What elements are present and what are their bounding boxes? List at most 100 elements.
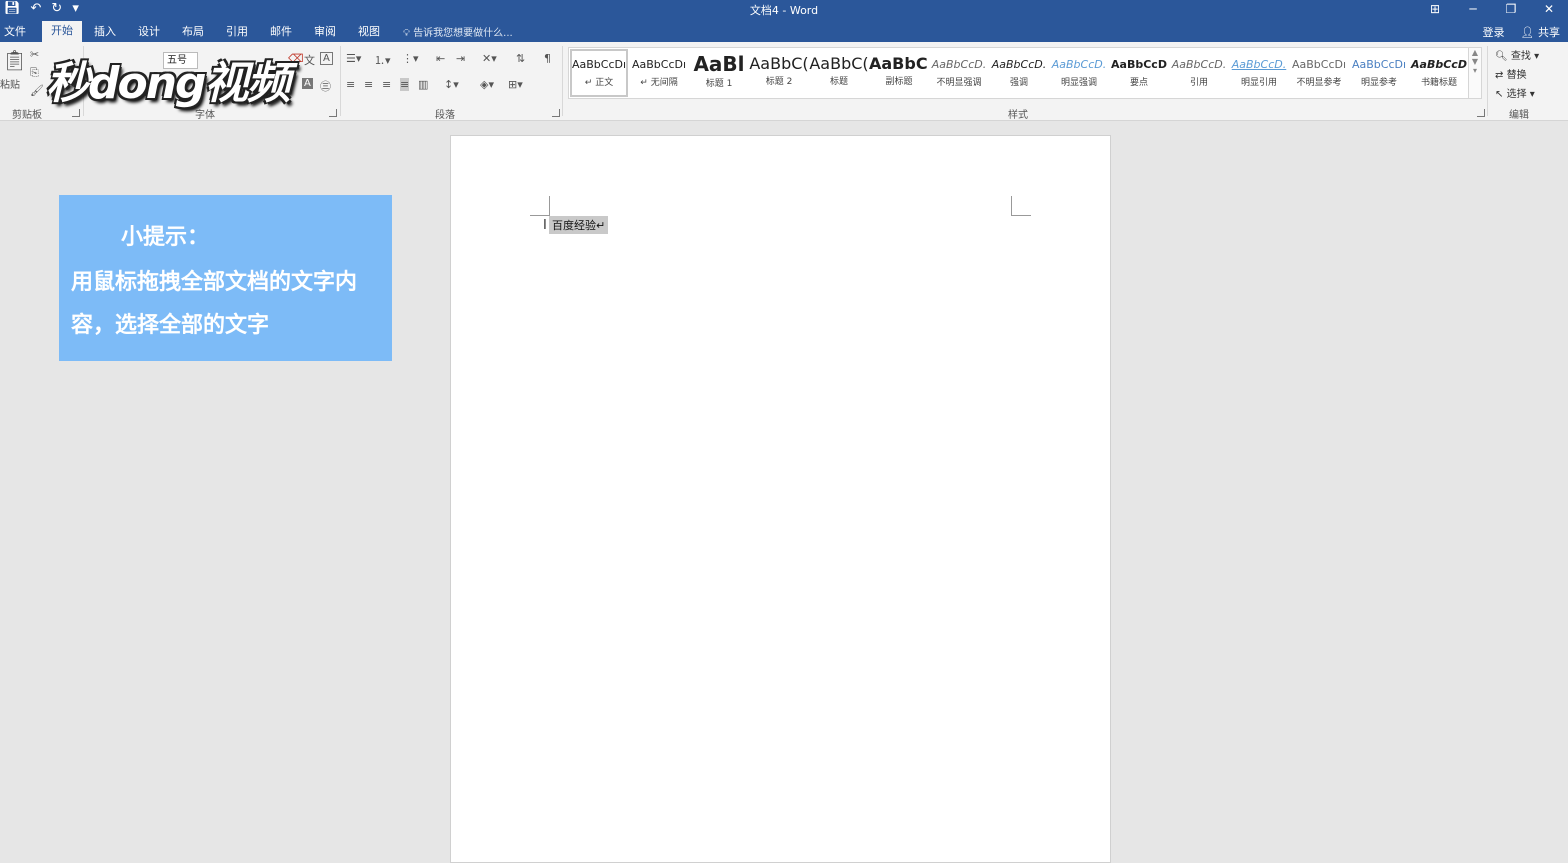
align-center-icon[interactable]: ≡ [364, 78, 373, 91]
replace-icon: ⇄ [1495, 70, 1504, 81]
line-spacing-icon[interactable]: ↕▾ [444, 78, 459, 91]
tab-review[interactable]: 审阅 [314, 23, 336, 39]
style-strong[interactable]: AaBbCcD 要点 [1109, 48, 1169, 98]
style-label: 副标题 [885, 77, 913, 87]
style-heading-2[interactable]: AaBbC( 标题 2 [749, 48, 809, 98]
replace-button[interactable]: ⇄ 替换 [1495, 66, 1527, 81]
tab-references[interactable]: 引用 [226, 23, 248, 39]
margin-corner-mark [530, 196, 550, 216]
person-icon: 👤︎ [1520, 26, 1535, 39]
tab-layout[interactable]: 布局 [182, 23, 204, 39]
show-marks-icon[interactable]: ¶ [544, 52, 551, 65]
multilevel-list-icon[interactable]: ⋮▾ [402, 52, 419, 65]
copy-icon[interactable]: ⎘ [30, 66, 39, 80]
cursor-arrow-icon: ↖ [1495, 89, 1504, 100]
style-label: 标题 2 [765, 77, 793, 87]
numbering-icon[interactable]: ⒈▾ [374, 52, 391, 68]
style-label: 不明显强调 [936, 78, 982, 88]
style-sample: AaBbC( [809, 54, 869, 73]
tell-me-box[interactable]: 💡︎ 告诉我您想要做什么... [403, 24, 513, 39]
paste-icon[interactable]: 📋︎ [2, 48, 27, 72]
group-styles-label: 样式 [1008, 110, 1028, 121]
style-emphasis[interactable]: AaBbCcD. 强调 [989, 48, 1049, 98]
style-sample: AaBbC( [749, 54, 809, 73]
margin-corner-mark [1011, 196, 1031, 216]
search-icon: 🔍︎ [1495, 51, 1508, 62]
style-quote[interactable]: AaBbCcD. 引用 [1169, 48, 1229, 98]
paragraph-launcher-icon[interactable] [552, 109, 560, 117]
style-label: 书籍标题 [1420, 78, 1457, 88]
style-label: 明显引用 [1240, 78, 1277, 88]
style-label: 明显强调 [1060, 78, 1097, 88]
window-title: 文档4 - Word [749, 4, 819, 17]
style-normal[interactable]: AaBbCcDı ↵ 正文 [569, 48, 629, 98]
lightbulb-icon: 💡︎ [403, 28, 410, 39]
ribbon-display-icon[interactable]: ⊞ [1416, 0, 1454, 18]
shading-icon[interactable]: ◈▾ [480, 78, 494, 91]
style-intense-emphasis[interactable]: AaBbCcD. 明显强调 [1049, 48, 1109, 98]
tab-file[interactable]: 文件 [4, 23, 26, 39]
style-no-spacing[interactable]: AaBbCcDı ↵ 无间隔 [629, 48, 689, 98]
style-sample: AaBl [693, 52, 745, 76]
tab-view[interactable]: 视图 [358, 23, 380, 39]
close-button[interactable]: ✕ [1530, 0, 1568, 18]
minimize-button[interactable]: ─ [1454, 0, 1492, 18]
style-title[interactable]: AaBbC( 标题 [809, 48, 869, 98]
increase-indent-icon[interactable]: ⇥ [456, 52, 465, 65]
tell-me-text: 告诉我您想要做什么... [413, 28, 513, 39]
style-subtle-reference[interactable]: AaBbCcDı 不明显参考 [1289, 48, 1349, 98]
distributed-icon[interactable]: ▥ [418, 78, 428, 91]
clear-format-icon[interactable]: ⌫ [288, 52, 304, 65]
align-left-icon[interactable]: ≡ [346, 78, 355, 91]
decrease-indent-icon[interactable]: ⇤ [436, 52, 445, 65]
style-subtitle[interactable]: AaBbC( 副标题 [869, 48, 929, 98]
styles-gallery-scroll[interactable]: ▲ ▼ ▾ [1468, 47, 1482, 99]
font-launcher-icon[interactable] [329, 109, 337, 117]
styles-launcher-icon[interactable] [1477, 109, 1485, 117]
tip-body: 用鼠标拖拽全部文档的文字内容，选择全部的文字 [71, 270, 358, 338]
phonetic-guide-icon[interactable]: 文 [304, 52, 315, 68]
group-editing-label: 编辑 [1509, 110, 1529, 121]
chinese-layout-icon[interactable]: ✕▾ [482, 52, 497, 65]
tab-mailings[interactable]: 邮件 [270, 23, 292, 39]
bullets-icon[interactable]: ☰▾ [346, 52, 361, 65]
style-label: ↵ 无间隔 [640, 78, 678, 88]
document-page[interactable]: I 百度经验↵ [450, 135, 1111, 863]
select-label: 选择 [1506, 89, 1527, 100]
restore-button[interactable]: ❐ [1492, 0, 1530, 18]
share-button[interactable]: 👤︎ 共享 [1521, 24, 1560, 40]
style-subtle-emphasis[interactable]: AaBbCcD. 不明显强调 [929, 48, 989, 98]
style-sample: AaBbCcDı [1291, 58, 1347, 71]
paste-label[interactable]: 粘贴 [0, 76, 20, 91]
style-heading-1[interactable]: AaBl 标题 1 [689, 48, 749, 98]
justify-icon[interactable]: ≡ [400, 78, 410, 91]
enclose-characters-icon[interactable]: ㊂ [320, 78, 331, 94]
style-book-title[interactable]: AaBbCcD 书籍标题 [1409, 48, 1469, 98]
style-label: 强调 [1009, 78, 1028, 88]
style-sample: AaBbCcD [1411, 58, 1467, 71]
sort-icon[interactable]: ⇅ [516, 52, 525, 65]
login-link[interactable]: 登录 [1483, 24, 1505, 40]
tab-home[interactable]: 开始 [42, 21, 82, 42]
find-button[interactable]: 🔍︎ 查找 ▾ [1495, 47, 1539, 62]
group-separator [562, 46, 563, 116]
style-label: 标题 1 [705, 79, 733, 89]
style-sample: AaBbCcD. [991, 58, 1047, 71]
style-sample: AaBbCcD. [1231, 58, 1287, 71]
selected-document-text[interactable]: 百度经验↵ [549, 216, 609, 234]
format-painter-icon[interactable]: 🖌︎ [30, 84, 44, 97]
replace-label: 替换 [1506, 70, 1527, 81]
tab-design[interactable]: 设计 [138, 23, 160, 39]
character-border-icon[interactable]: A [320, 52, 333, 65]
style-intense-reference[interactable]: AaBbCcDı 明显参考 [1349, 48, 1409, 98]
cut-icon[interactable]: ✂ [30, 48, 39, 61]
select-button[interactable]: ↖ 选择 ▾ [1495, 85, 1535, 100]
borders-icon[interactable]: ⊞▾ [508, 78, 523, 91]
tab-insert[interactable]: 插入 [94, 23, 116, 39]
character-shading-icon[interactable]: A [302, 78, 313, 89]
tip-title: 小提示： [121, 225, 210, 250]
style-sample: AaBbCcDı [631, 58, 687, 71]
style-sample: AaBbCcD. [1171, 58, 1227, 71]
align-right-icon[interactable]: ≡ [382, 78, 391, 91]
style-intense-quote[interactable]: AaBbCcD. 明显引用 [1229, 48, 1289, 98]
